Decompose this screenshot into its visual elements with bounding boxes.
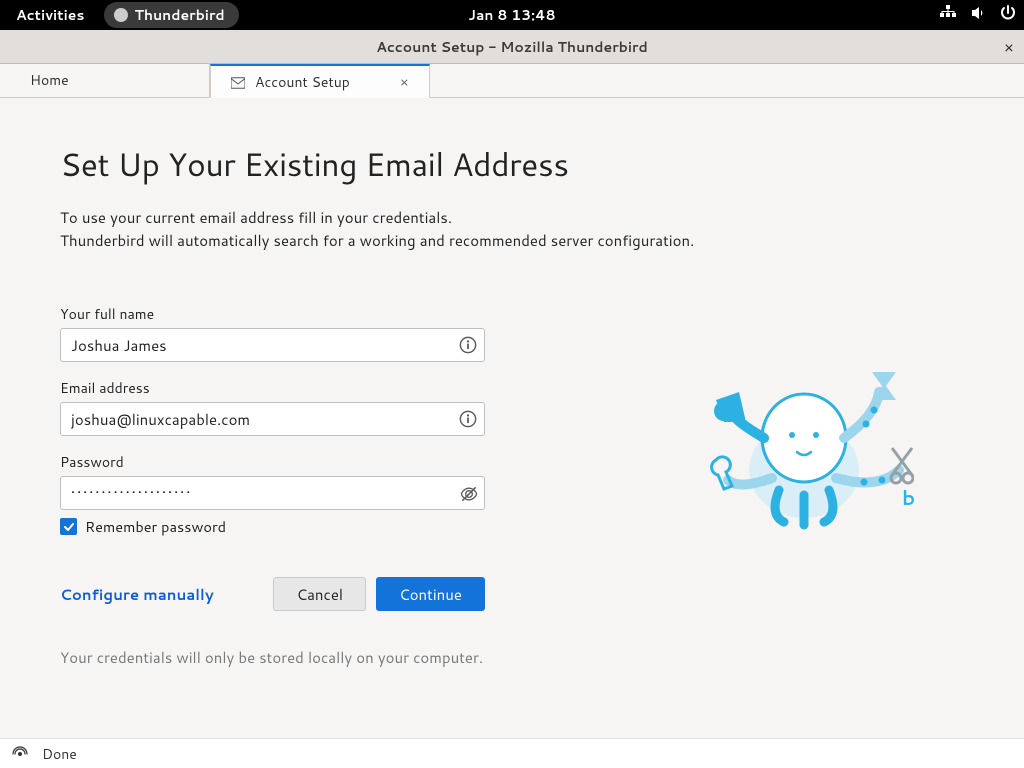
status-bar: Done	[0, 738, 1024, 768]
activities-button[interactable]: Activities	[8, 3, 92, 27]
connection-status-icon	[12, 746, 28, 762]
window-close-button[interactable]: ×	[1004, 36, 1014, 59]
tab-home[interactable]: Home	[0, 63, 210, 97]
volume-icon[interactable]	[970, 5, 986, 26]
gnome-top-bar: Activities Thunderbird Jan 8 13:48	[0, 0, 1024, 30]
intro-line1: To use your current email address fill i…	[60, 207, 1024, 230]
remember-password-checkbox[interactable]	[60, 518, 77, 535]
tab-close-button[interactable]: ×	[400, 72, 409, 92]
mail-setup-icon	[231, 75, 245, 89]
email-input[interactable]	[60, 402, 485, 436]
page-heading: Set Up Your Existing Email Address	[60, 142, 1024, 187]
cancel-button[interactable]: Cancel	[273, 577, 366, 611]
intro-line2: Thunderbird will automatically search fo…	[60, 230, 1024, 253]
info-icon[interactable]	[459, 410, 477, 428]
setup-illustration: b	[704, 360, 914, 546]
tab-strip: Home Account Setup ×	[0, 64, 1024, 98]
app-menu[interactable]: Thunderbird	[104, 2, 238, 28]
configure-manually-link[interactable]: Configure manually	[60, 584, 214, 605]
power-icon[interactable]	[1000, 5, 1016, 26]
window-titlebar: Account Setup - Mozilla Thunderbird ×	[0, 30, 1024, 64]
info-icon[interactable]	[459, 336, 477, 354]
toggle-password-visibility-icon[interactable]	[459, 484, 477, 502]
password-input[interactable]	[60, 476, 485, 510]
tab-home-label: Home	[30, 70, 69, 90]
continue-button[interactable]: Continue	[376, 577, 485, 611]
name-input[interactable]	[60, 328, 485, 362]
page-intro: To use your current email address fill i…	[60, 207, 1024, 252]
app-name-label: Thunderbird	[134, 5, 224, 25]
status-text: Done	[42, 744, 77, 764]
window-title: Account Setup - Mozilla Thunderbird	[376, 37, 648, 57]
tab-account-setup[interactable]: Account Setup ×	[210, 64, 430, 98]
tab-active-label: Account Setup	[255, 72, 350, 92]
network-icon[interactable]	[940, 5, 956, 26]
thunderbird-icon	[114, 8, 128, 22]
clock[interactable]: Jan 8 13:48	[468, 5, 555, 25]
credentials-footnote: Your credentials will only be stored loc…	[60, 647, 1024, 668]
name-label: Your full name	[60, 304, 1024, 324]
remember-password-label: Remember password	[85, 516, 226, 537]
svg-text:b: b	[902, 484, 914, 512]
